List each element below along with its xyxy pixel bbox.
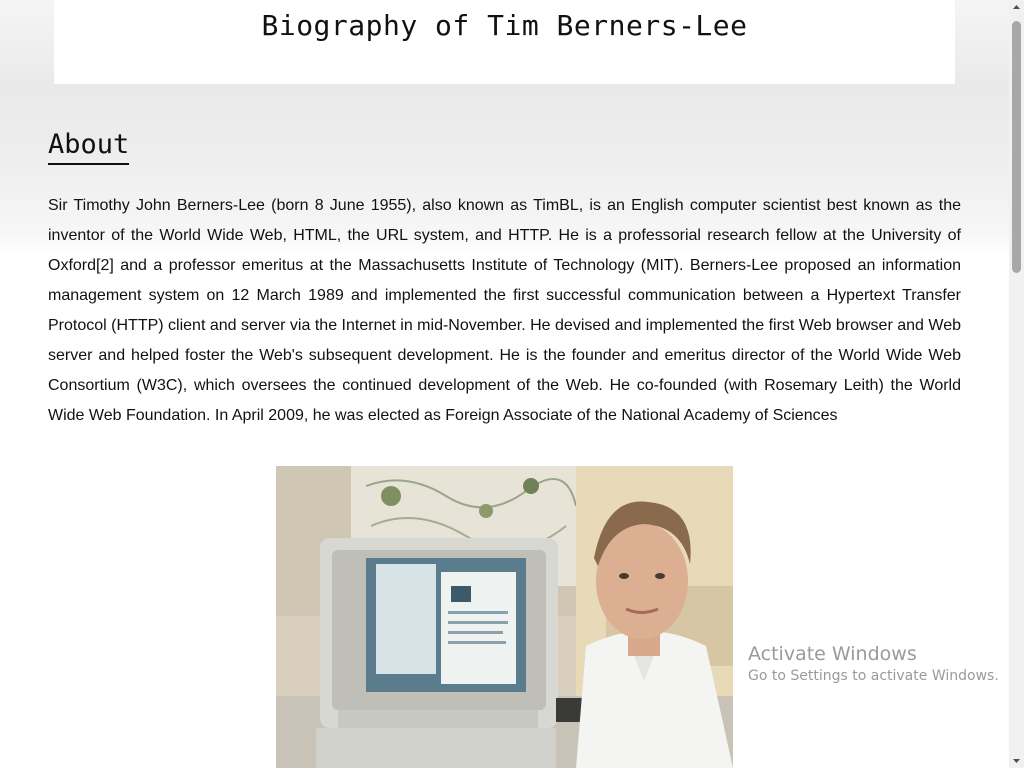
scrollbar-thumb[interactable] <box>1012 21 1021 273</box>
watermark-title: Activate Windows <box>748 643 917 665</box>
about-paragraph: Sir Timothy John Berners-Lee (born 8 Jun… <box>48 197 961 424</box>
about-heading: About <box>48 128 130 165</box>
page-title: Biography of Tim Berners-Lee <box>261 9 748 42</box>
vertical-scrollbar[interactable] <box>1009 0 1024 768</box>
scroll-up-arrow-icon[interactable] <box>1009 0 1024 15</box>
activate-windows-watermark: Activate Windows Go to Settings to activ… <box>748 642 999 686</box>
tim-berners-lee-photo <box>276 466 733 768</box>
header-card: Biography of Tim Berners-Lee <box>54 0 955 84</box>
portrait-photo <box>276 466 733 768</box>
scroll-down-arrow-icon[interactable] <box>1009 753 1024 768</box>
watermark-subtitle: Go to Settings to activate Windows. <box>748 668 999 684</box>
